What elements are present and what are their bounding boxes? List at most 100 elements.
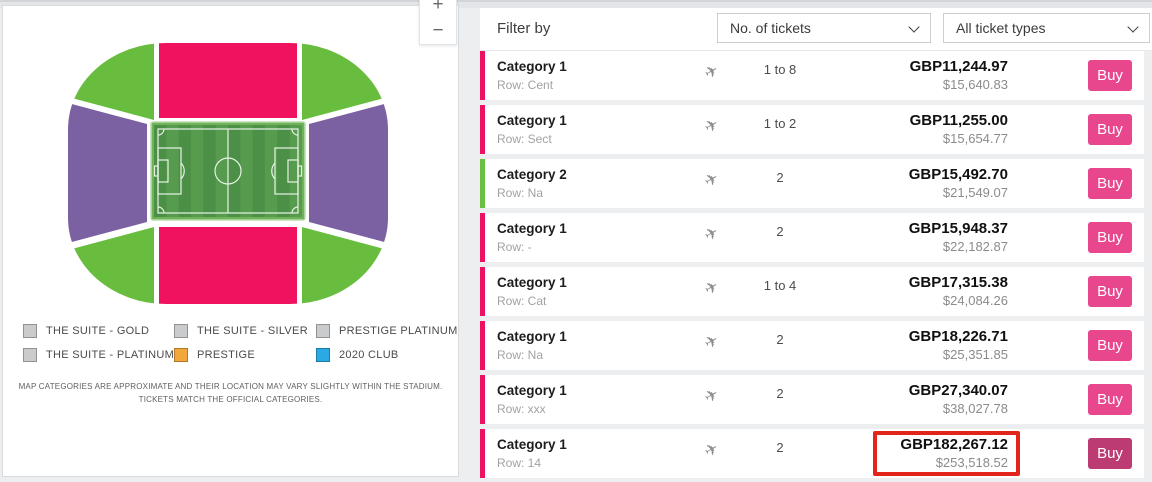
ticket-type-select[interactable]: All ticket types <box>943 13 1150 43</box>
category-color-bar <box>480 375 485 424</box>
legend-swatch <box>174 348 188 362</box>
legend-swatch <box>316 324 330 338</box>
listing-price: GBP15,948.37 $22,182.87 <box>909 219 1008 255</box>
listing-price-gbp: GBP11,255.00 <box>910 111 1008 130</box>
category-color-bar <box>480 267 485 316</box>
listing-price: GBP11,244.97 $15,640.83 <box>910 57 1008 93</box>
ticket-listing-row[interactable]: Category 1 Row: Cent ✈ 1 to 8 GBP11,244.… <box>480 51 1144 100</box>
airplane-icon: ✈ <box>701 330 723 354</box>
listing-price-usd: $21,549.07 <box>909 184 1008 201</box>
buy-button[interactable]: Buy <box>1088 222 1132 253</box>
listing-price-gbp: GBP18,226.71 <box>909 327 1008 346</box>
category-color-bar <box>480 105 485 154</box>
legend-label: THE SUITE - PLATINUM <box>46 349 174 361</box>
listing-row-label: Row: 14 <box>497 456 541 470</box>
listing-price-usd: $15,654.77 <box>910 130 1008 147</box>
legend-item: THE SUITE - GOLD <box>23 324 149 338</box>
listing-category: Category 1 <box>497 221 567 236</box>
tickets-count-select[interactable]: No. of tickets <box>717 13 931 43</box>
football-pitch <box>151 122 305 220</box>
zoom-in-button[interactable]: + <box>420 0 456 18</box>
listing-price: GBP11,255.00 $15,654.77 <box>910 111 1008 147</box>
listing-category: Category 2 <box>497 167 567 182</box>
listing-price-gbp: GBP27,340.07 <box>909 381 1008 400</box>
ticket-listing-row[interactable]: Category 1 Row: Sect ✈ 1 to 2 GBP11,255.… <box>480 105 1144 154</box>
stadium-map-panel: THE SUITE - GOLD THE SUITE - SILVER PRES… <box>2 5 459 477</box>
listing-price-gbp: GBP15,948.37 <box>909 219 1008 238</box>
listing-price-gbp: GBP17,315.38 <box>909 273 1008 292</box>
ticket-listing-row[interactable]: Category 1 Row: 14 ✈ 2 GBP182,267.12 $25… <box>480 429 1144 478</box>
zoom-out-button[interactable]: − <box>420 18 456 44</box>
buy-button[interactable]: Buy <box>1088 276 1132 307</box>
airplane-icon: ✈ <box>701 222 723 246</box>
listing-row-label: Row: Na <box>497 348 543 362</box>
listing-price-usd: $24,084.26 <box>909 292 1008 309</box>
listing-price: GBP27,340.07 $38,027.78 <box>909 381 1008 417</box>
tickets-count-value: No. of tickets <box>730 20 811 36</box>
buy-button[interactable]: Buy <box>1088 168 1132 199</box>
legend-label: THE SUITE - SILVER <box>197 325 308 337</box>
buy-button[interactable]: Buy <box>1088 384 1132 415</box>
listing-quantity: 1 to 4 <box>745 278 815 293</box>
listing-price-gbp: GBP11,244.97 <box>910 57 1008 76</box>
listing-category: Category 1 <box>497 113 567 128</box>
ticket-listing-row[interactable]: Category 1 Row: Cat ✈ 1 to 4 GBP17,315.3… <box>480 267 1144 316</box>
legend-item: 2020 CLUB <box>316 348 399 362</box>
listing-price: GBP17,315.38 $24,084.26 <box>909 273 1008 309</box>
category-color-bar <box>480 213 485 262</box>
disclaimer-line-2: TICKETS MATCH THE OFFICIAL CATEGORIES. <box>3 393 458 406</box>
ticket-listing-row[interactable]: Category 1 Row: xxx ✈ 2 GBP27,340.07 $38… <box>480 375 1144 424</box>
legend-item: THE SUITE - SILVER <box>174 324 308 338</box>
buy-button[interactable]: Buy <box>1088 60 1132 91</box>
listing-quantity: 1 to 8 <box>745 62 815 77</box>
listing-price-usd: $38,027.78 <box>909 400 1008 417</box>
ticket-listing-row[interactable]: Category 1 Row: - ✈ 2 GBP15,948.37 $22,1… <box>480 213 1144 262</box>
airplane-icon: ✈ <box>701 438 723 462</box>
legend-label: PRESTIGE <box>197 349 255 361</box>
ticket-listing-row[interactable]: Category 2 Row: Na ✈ 2 GBP15,492.70 $21,… <box>480 159 1144 208</box>
category-color-bar <box>480 159 485 208</box>
listing-row-label: Row: Cent <box>497 78 553 92</box>
disclaimer-line-1: MAP CATEGORIES ARE APPROXIMATE AND THEIR… <box>3 380 458 393</box>
listing-row-label: Row: - <box>497 240 532 254</box>
stadium-map[interactable] <box>68 43 388 304</box>
listing-category: Category 1 <box>497 437 567 452</box>
legend-item: PRESTIGE <box>174 348 255 362</box>
legend-swatch <box>316 348 330 362</box>
buy-button[interactable]: Buy <box>1088 330 1132 361</box>
airplane-icon: ✈ <box>701 276 723 300</box>
legend-item: PRESTIGE PLATINUM <box>316 324 458 338</box>
airplane-icon: ✈ <box>701 384 723 408</box>
listing-price: GBP18,226.71 $25,351.85 <box>909 327 1008 363</box>
listing-price-usd: $25,351.85 <box>909 346 1008 363</box>
listing-price-usd: $15,640.83 <box>910 76 1008 93</box>
legend-label: PRESTIGE PLATINUM <box>339 325 458 337</box>
chevron-down-icon <box>1127 21 1138 32</box>
filter-by-label: Filter by <box>497 20 550 37</box>
buy-button[interactable]: Buy <box>1088 114 1132 145</box>
listing-quantity: 1 to 2 <box>745 116 815 131</box>
listing-row-label: Row: Na <box>497 186 543 200</box>
listing-quantity: 2 <box>745 170 815 185</box>
category-color-bar <box>480 51 485 100</box>
listing-category: Category 1 <box>497 59 567 74</box>
listing-category: Category 1 <box>497 383 567 398</box>
ticket-marketplace-page: THE SUITE - GOLD THE SUITE - SILVER PRES… <box>0 0 1152 482</box>
map-disclaimer: MAP CATEGORIES ARE APPROXIMATE AND THEIR… <box>3 380 458 406</box>
map-zoom-control: + − <box>419 0 457 45</box>
legend-label: THE SUITE - GOLD <box>46 325 149 337</box>
legend-swatch <box>23 324 37 338</box>
buy-button[interactable]: Buy <box>1088 438 1132 469</box>
ticket-listing-row[interactable]: Category 1 Row: Na ✈ 2 GBP18,226.71 $25,… <box>480 321 1144 370</box>
category-color-bar <box>480 321 485 370</box>
listing-row-label: Row: Sect <box>497 132 552 146</box>
category-color-bar <box>480 429 485 478</box>
airplane-icon: ✈ <box>701 60 723 84</box>
legend-label: 2020 CLUB <box>339 349 399 361</box>
legend-swatch <box>23 348 37 362</box>
listing-price: GBP15,492.70 $21,549.07 <box>909 165 1008 201</box>
filter-bar: Filter by No. of tickets All ticket type… <box>480 8 1152 51</box>
ticket-type-value: All ticket types <box>956 20 1045 36</box>
legend-item: THE SUITE - PLATINUM <box>23 348 174 362</box>
listing-quantity: 2 <box>745 386 815 401</box>
